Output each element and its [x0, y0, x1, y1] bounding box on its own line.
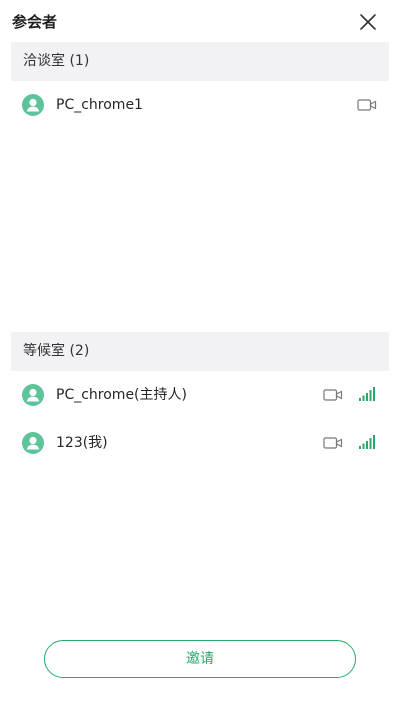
video-camera-icon[interactable]	[323, 436, 343, 450]
meeting-room-header: 洽谈室 (1)	[11, 42, 389, 81]
invite-button-label: 邀请	[186, 651, 214, 667]
waiting-room-title: 等候室 (2)	[23, 343, 90, 359]
user-avatar-icon	[22, 432, 44, 454]
signal-strength-icon	[359, 435, 375, 449]
close-icon	[360, 14, 376, 30]
video-camera-icon[interactable]	[323, 388, 343, 402]
panel-title: 参会者	[12, 13, 58, 31]
close-button[interactable]	[358, 12, 378, 32]
participant-row[interactable]: PC_chrome(主持人)	[0, 372, 400, 418]
video-camera-icon[interactable]	[357, 98, 377, 112]
participant-row[interactable]: 123(我)	[0, 420, 400, 466]
participant-name: PC_chrome1	[56, 97, 143, 113]
signal-strength-icon	[359, 387, 375, 401]
waiting-room-header: 等候室 (2)	[11, 332, 389, 371]
user-avatar-icon	[22, 94, 44, 116]
participants-panel: 参会者 洽谈室 (1) PC_chrome1 等候室 (2) PC_chrome…	[0, 0, 400, 711]
participant-name: PC_chrome(主持人)	[56, 387, 187, 403]
meeting-room-title: 洽谈室 (1)	[23, 53, 90, 69]
user-avatar-icon	[22, 384, 44, 406]
participant-row[interactable]: PC_chrome1	[0, 82, 400, 128]
panel-header: 参会者	[0, 0, 400, 44]
invite-button[interactable]: 邀请	[44, 640, 356, 678]
participant-name: 123(我)	[56, 435, 108, 451]
